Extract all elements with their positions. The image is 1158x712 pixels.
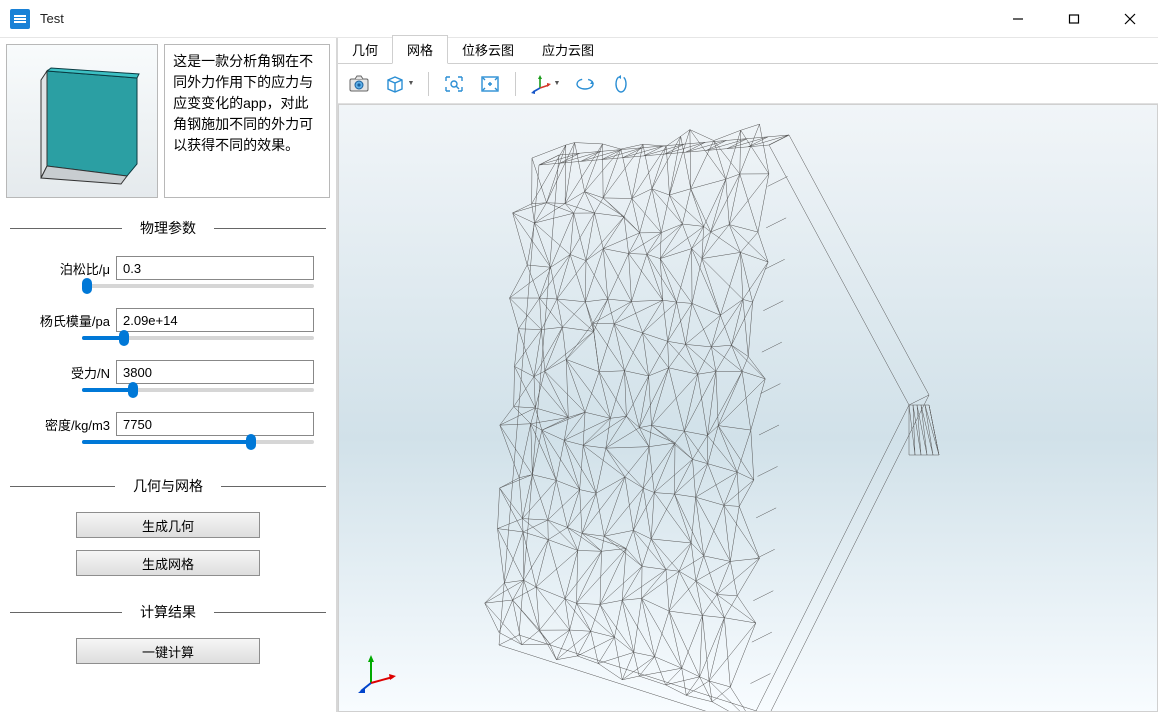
force-label: 受力/N — [22, 363, 116, 382]
right-pane: 几何 网格 位移云图 应力云图 ▼ — [336, 38, 1158, 712]
close-icon — [1124, 13, 1136, 25]
section-header-physics: 物理参数 — [10, 218, 326, 238]
close-button[interactable] — [1102, 0, 1158, 38]
section-header-results: 计算结果 — [10, 602, 326, 622]
model-thumbnail — [6, 44, 158, 198]
poisson-label: 泊松比/μ — [22, 259, 116, 278]
generate-geometry-button[interactable]: 生成几何 — [76, 512, 260, 538]
generate-mesh-button[interactable]: 生成网格 — [76, 550, 260, 576]
force-input[interactable] — [116, 360, 314, 384]
tab-mesh[interactable]: 网格 — [392, 35, 448, 64]
view-projection-button[interactable]: ▼ — [380, 69, 418, 99]
mesh-rendering — [339, 105, 1158, 711]
rotate-x-button[interactable] — [606, 69, 636, 99]
poisson-slider[interactable] — [82, 284, 314, 288]
axes-view-button[interactable]: ▼ — [526, 69, 564, 99]
compute-button[interactable]: 一键计算 — [76, 638, 260, 664]
youngs-input[interactable] — [116, 308, 314, 332]
poisson-input[interactable] — [116, 256, 314, 280]
minimize-icon — [1012, 13, 1024, 25]
mesh-viewport[interactable] — [338, 104, 1158, 712]
zoom-box-icon — [443, 74, 465, 94]
zoom-window-button[interactable] — [439, 69, 469, 99]
density-slider[interactable] — [82, 440, 314, 444]
density-input[interactable] — [116, 412, 314, 436]
tab-stress[interactable]: 应力云图 — [528, 36, 608, 63]
maximize-icon — [1068, 13, 1080, 25]
chevron-down-icon: ▼ — [408, 80, 415, 87]
camera-icon — [348, 74, 370, 94]
tab-geometry[interactable]: 几何 — [338, 36, 392, 63]
description-box: 这是一款分析角钢在不同外力作用下的应力与应变变化的app，对此角钢施加不同的外力… — [164, 44, 330, 198]
chevron-down-icon: ▼ — [554, 80, 561, 87]
minimize-button[interactable] — [990, 0, 1046, 38]
section-title-geommesh: 几何与网格 — [115, 476, 221, 496]
density-label: 密度/kg/m3 — [22, 415, 116, 434]
app-icon — [10, 9, 30, 29]
left-pane: 这是一款分析角钢在不同外力作用下的应力与应变变化的app，对此角钢施加不同的外力… — [0, 38, 336, 712]
axis-triad — [357, 653, 397, 693]
section-header-geommesh: 几何与网格 — [10, 476, 326, 496]
viewport-toolbar: ▼ — [338, 64, 1158, 104]
zoom-extents-button[interactable] — [475, 69, 505, 99]
rotate-vertical-icon — [610, 74, 632, 94]
titlebar: Test — [0, 0, 1158, 38]
section-title-physics: 物理参数 — [122, 218, 214, 238]
cube-icon — [384, 74, 406, 94]
zoom-extents-icon — [479, 74, 501, 94]
section-title-results: 计算结果 — [122, 602, 214, 622]
rotate-horizontal-icon — [574, 74, 596, 94]
youngs-slider[interactable] — [82, 336, 314, 340]
window-title: Test — [40, 11, 64, 26]
force-slider[interactable] — [82, 388, 314, 392]
maximize-button[interactable] — [1046, 0, 1102, 38]
tab-displacement[interactable]: 位移云图 — [448, 36, 528, 63]
axes-icon — [530, 74, 552, 94]
tabstrip: 几何 网格 位移云图 应力云图 — [338, 38, 1158, 64]
rotate-y-button[interactable] — [570, 69, 600, 99]
youngs-label: 杨氏模量/pa — [22, 311, 116, 330]
screenshot-button[interactable] — [344, 69, 374, 99]
